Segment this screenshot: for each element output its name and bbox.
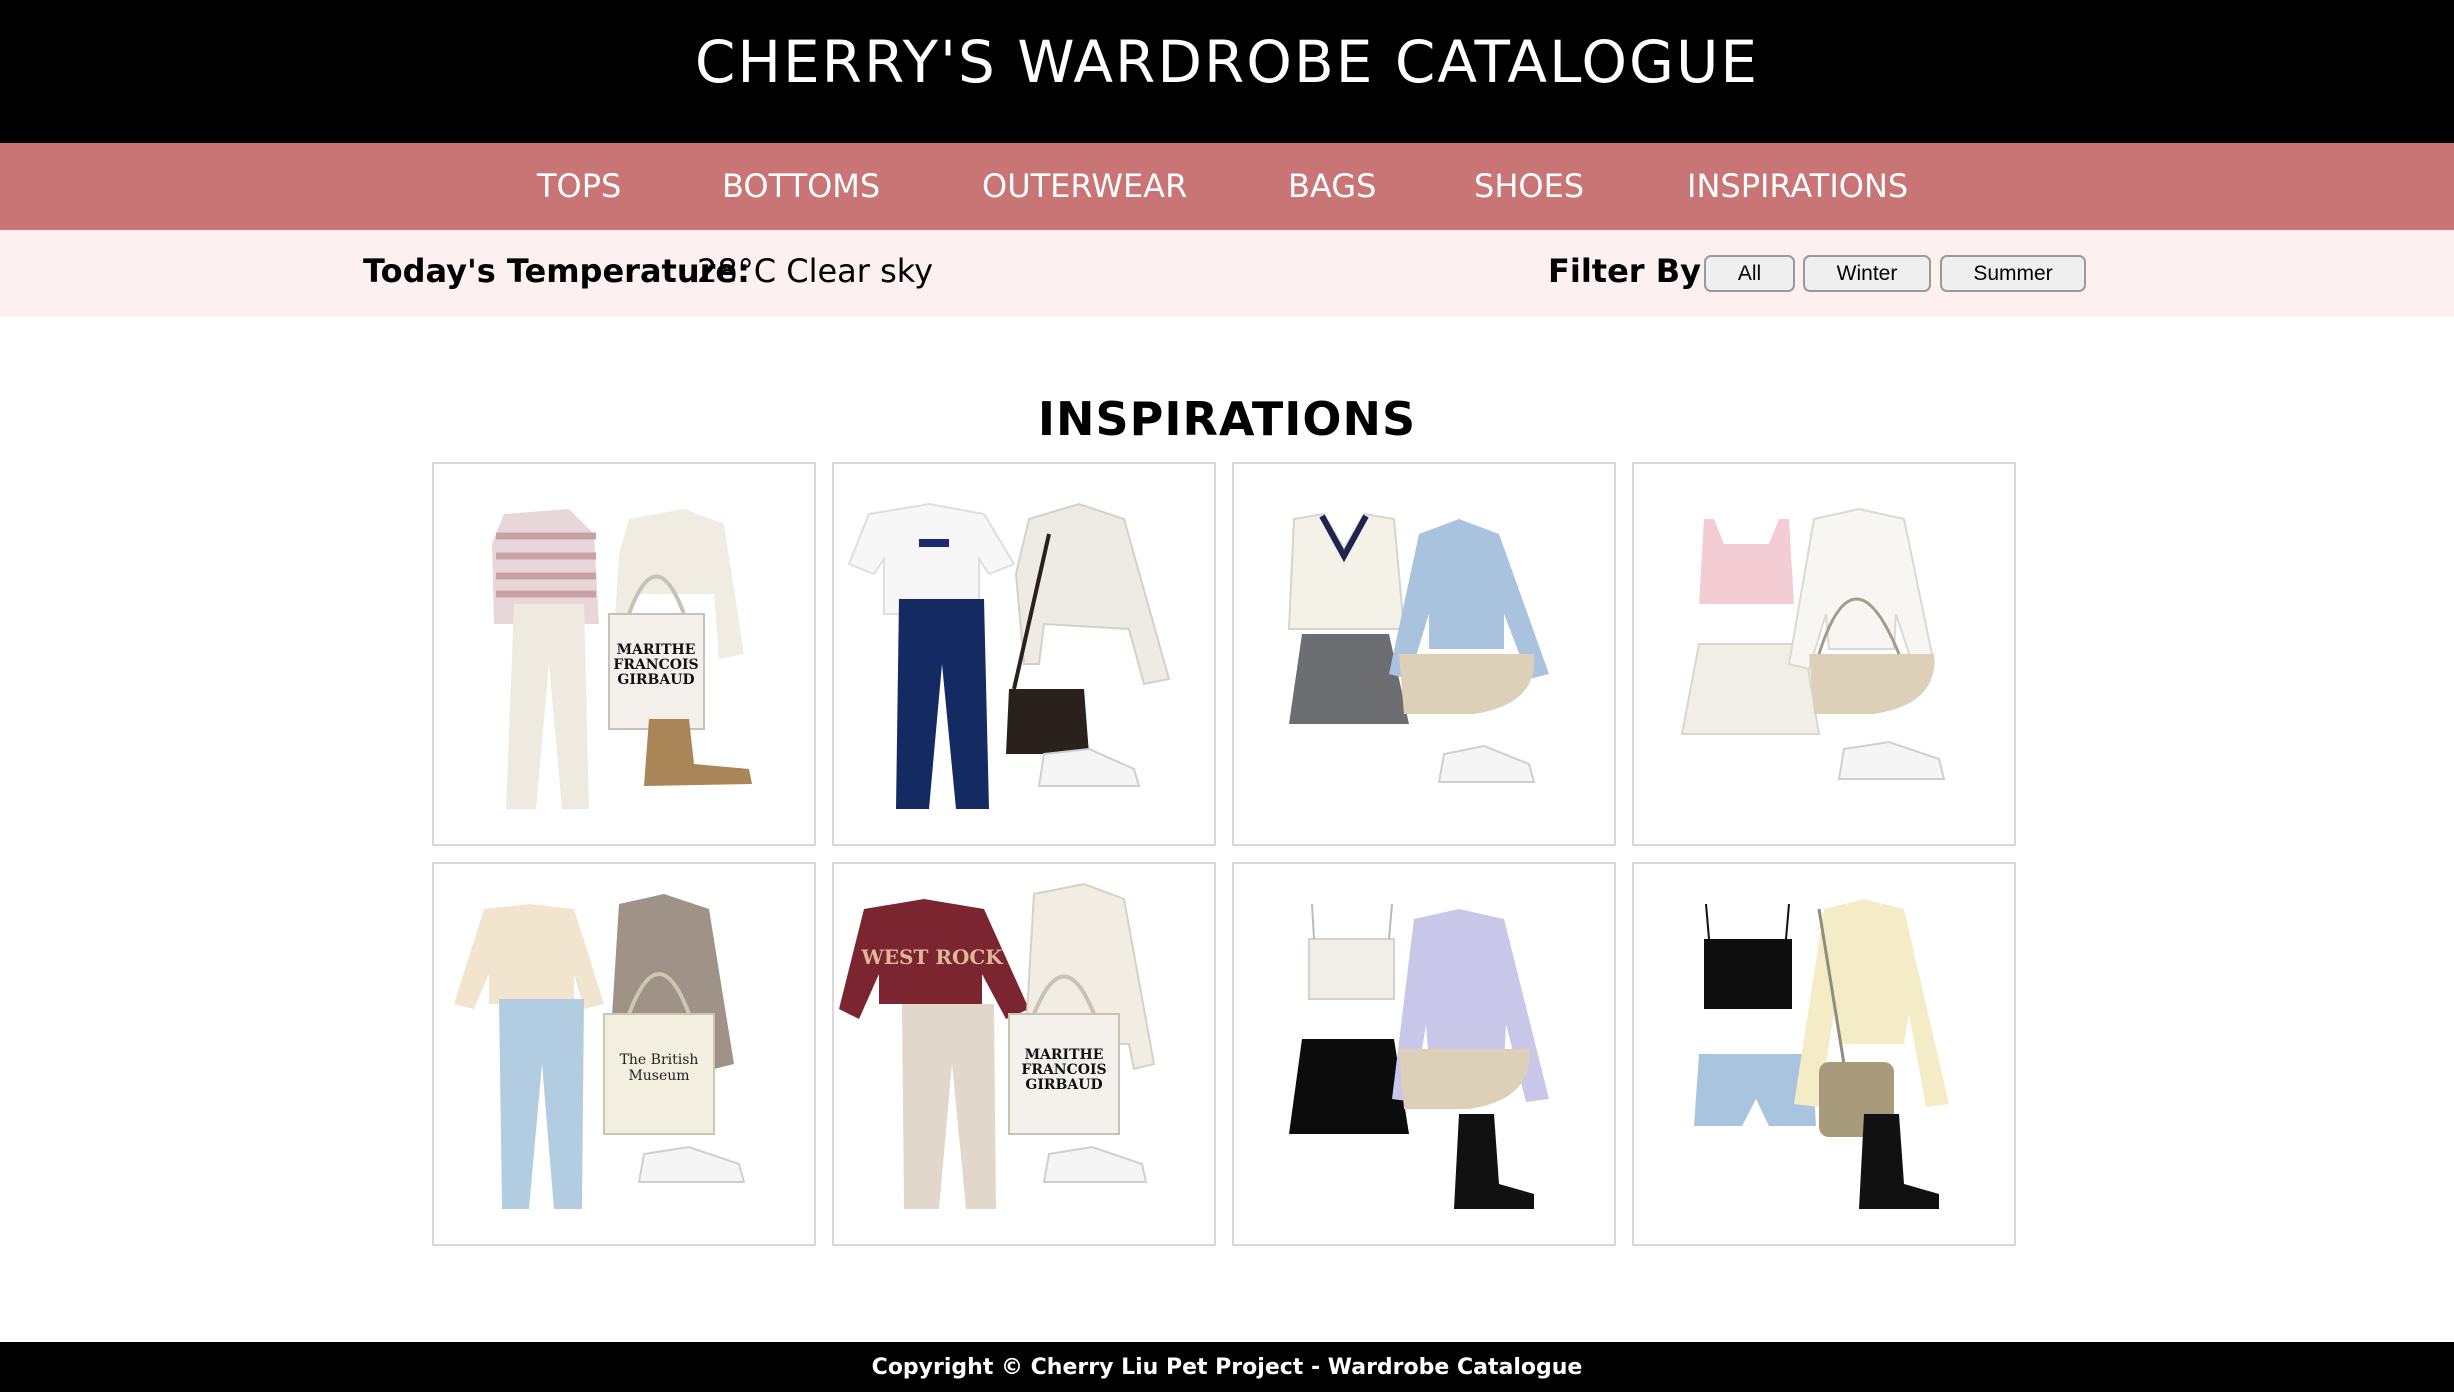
svg-text:Museum: Museum bbox=[628, 1068, 689, 1084]
outfit-card[interactable] bbox=[1232, 862, 1616, 1246]
nav-item-tops[interactable]: TOPS bbox=[537, 143, 621, 230]
outfit-card[interactable] bbox=[832, 462, 1216, 846]
outfit-image bbox=[847, 502, 1171, 809]
filter-summer-button[interactable]: Summer bbox=[1940, 255, 2086, 292]
svg-text:MARITHE: MARITHE bbox=[1025, 1047, 1104, 1063]
nav-item-shoes[interactable]: SHOES bbox=[1474, 143, 1584, 230]
site-header: CHERRY'S WARDROBE CATALOGUE bbox=[0, 0, 2454, 143]
nav-item-bags[interactable]: BAGS bbox=[1288, 143, 1376, 230]
outfit-image bbox=[1287, 512, 1549, 783]
site-title: CHERRY'S WARDROBE CATALOGUE bbox=[694, 27, 1760, 96]
outfit-image: WEST ROCK MARITHE FRANCOIS GIRBAUD bbox=[839, 882, 1156, 1209]
outfit-card[interactable] bbox=[1232, 462, 1616, 846]
nav-item-inspirations[interactable]: INSPIRATIONS bbox=[1687, 143, 1908, 230]
filter-all-button[interactable]: All bbox=[1704, 255, 1795, 292]
svg-text:The British: The British bbox=[620, 1052, 699, 1068]
outfit-image: MARITHE FRANCOIS GIRBAUD bbox=[492, 509, 752, 809]
site-footer: Copyright © Cherry Liu Pet Project - War… bbox=[0, 1342, 2454, 1392]
outfit-card[interactable] bbox=[1632, 862, 2016, 1246]
outfit-image: The British Museum bbox=[454, 894, 746, 1209]
info-bar: Today's Temperature: 28°C Clear sky Filt… bbox=[0, 230, 2454, 317]
outfit-card[interactable] bbox=[1632, 462, 2016, 846]
svg-text:FRANCOIS: FRANCOIS bbox=[613, 657, 698, 673]
svg-text:GIRBAUD: GIRBAUD bbox=[617, 672, 694, 688]
section-title: INSPIRATIONS bbox=[1037, 392, 1417, 446]
outfit-image bbox=[1289, 903, 1549, 1209]
outfit-card[interactable]: WEST ROCK MARITHE FRANCOIS GIRBAUD bbox=[832, 862, 1216, 1246]
main-nav: TOPS BOTTOMS OUTERWEAR BAGS SHOES INSPIR… bbox=[0, 143, 2454, 230]
svg-text:MARITHE: MARITHE bbox=[617, 642, 696, 658]
nav-item-outerwear[interactable]: OUTERWEAR bbox=[982, 143, 1187, 230]
nav-item-bottoms[interactable]: BOTTOMS bbox=[722, 143, 880, 230]
temperature-label: Today's Temperature: bbox=[363, 252, 750, 290]
filter-label: Filter By: bbox=[1548, 252, 1714, 290]
outfit-card[interactable]: The British Museum bbox=[432, 862, 816, 1246]
outfit-card[interactable]: MARITHE FRANCOIS GIRBAUD bbox=[432, 462, 816, 846]
outfit-image bbox=[1694, 899, 1949, 1209]
copyright-text: Copyright © Cherry Liu Pet Project - War… bbox=[871, 1354, 1583, 1380]
svg-text:WEST ROCK: WEST ROCK bbox=[860, 945, 1003, 969]
outfit-image bbox=[1680, 507, 1946, 780]
svg-text:GIRBAUD: GIRBAUD bbox=[1025, 1077, 1102, 1093]
temperature-value: 28°C Clear sky bbox=[697, 252, 934, 290]
filter-winter-button[interactable]: Winter bbox=[1803, 255, 1931, 292]
svg-text:FRANCOIS: FRANCOIS bbox=[1021, 1062, 1106, 1078]
